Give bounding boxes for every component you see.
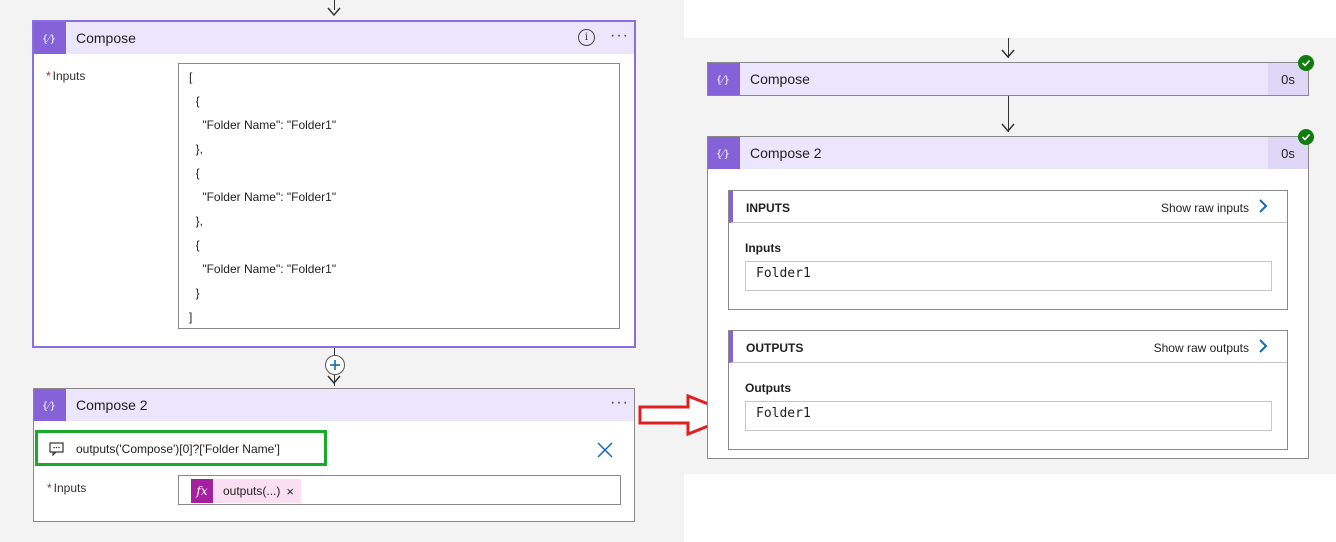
outputs-field-label: Outputs (745, 381, 791, 395)
show-raw-inputs-link[interactable]: Show raw inputs (1161, 201, 1249, 215)
token-remove-button[interactable]: × (286, 484, 294, 499)
json-line: ] (189, 310, 193, 324)
svg-text:{⁄}: {⁄} (42, 34, 56, 45)
show-raw-outputs-link[interactable]: Show raw outputs (1154, 341, 1249, 355)
compose-action-icon: {⁄} (34, 22, 66, 54)
svg-text:{⁄}: {⁄} (42, 401, 56, 412)
chevron-right-icon[interactable] (1255, 338, 1271, 354)
inputs-section-title: INPUTS (746, 201, 791, 215)
required-mark: * (47, 481, 52, 495)
json-line: }, (189, 142, 204, 156)
outputs-value: Folder1 (745, 401, 1272, 431)
json-line: { (189, 166, 200, 180)
function-icon: fx (191, 479, 213, 503)
inputs-value: Folder1 (745, 261, 1272, 291)
inputs-label-text: Inputs (52, 69, 86, 83)
chevron-right-icon[interactable] (1255, 198, 1271, 214)
connector-arrowhead (1001, 49, 1015, 59)
inputs-section-header: INPUTS Show raw inputs (729, 191, 1287, 223)
json-line: { (189, 238, 200, 252)
compose2-run-header[interactable]: {⁄} Compose 2 0s (708, 137, 1308, 169)
inputs-field-label: * Inputs (47, 481, 86, 495)
connector-arrowhead (327, 7, 341, 17)
plus-icon (330, 360, 340, 370)
expression-highlight: outputs('Compose')[0]?['Folder Name'] (35, 430, 327, 466)
outputs-section: OUTPUTS Show raw outputs Outputs Folder1 (728, 330, 1288, 450)
json-line: [ (189, 70, 193, 84)
compose-card-title: Compose (76, 30, 136, 46)
compose-action-icon: {⁄} (708, 63, 740, 95)
json-line: "Folder Name": "Folder1" (189, 190, 337, 204)
inputs-field-label: Inputs (745, 241, 781, 255)
compose-action-card[interactable]: {⁄} Compose i ··· * Inputs [ { "Folder Na… (32, 20, 636, 348)
compose2-action-card[interactable]: {⁄} Compose 2 ··· outputs('Compose')[0]?… (33, 388, 635, 522)
inputs-label-text: Inputs (53, 481, 87, 495)
inputs-section: INPUTS Show raw inputs Inputs Folder1 (728, 190, 1288, 310)
comment-icon (49, 442, 64, 456)
compose-run-card[interactable]: {⁄} Compose 0s (707, 62, 1309, 96)
more-options-button[interactable]: ··· (610, 28, 629, 44)
compose2-inputs-field[interactable]: fx outputs(...) × (178, 475, 621, 505)
outputs-section-header: OUTPUTS Show raw outputs (729, 331, 1287, 363)
json-line: "Folder Name": "Folder1" (189, 118, 337, 132)
compose-run-title: Compose (750, 71, 810, 87)
compose2-run-card[interactable]: {⁄} Compose 2 0s INPUTS Show raw inputs … (707, 136, 1309, 459)
json-line: }, (189, 214, 204, 228)
expression-text: outputs('Compose')[0]?['Folder Name'] (76, 442, 280, 456)
compose-action-icon: {⁄} (34, 389, 66, 421)
inputs-field-label: * Inputs (46, 69, 85, 83)
json-line: "Folder Name": "Folder1" (189, 262, 337, 276)
outputs-section-title: OUTPUTS (746, 341, 804, 355)
compose-action-icon: {⁄} (708, 137, 740, 169)
json-line: { (189, 94, 200, 108)
info-icon[interactable]: i (578, 29, 595, 46)
svg-text:{⁄}: {⁄} (716, 149, 730, 160)
compose2-run-title: Compose 2 (750, 145, 822, 161)
success-check-icon (1298, 55, 1314, 71)
more-options-button[interactable]: ··· (610, 395, 629, 411)
close-icon[interactable] (596, 441, 614, 459)
compose-card-header[interactable]: {⁄} Compose i ··· (34, 22, 634, 54)
token-label: outputs(...) (223, 484, 281, 498)
compose2-card-title: Compose 2 (76, 397, 148, 413)
json-line: } (189, 286, 200, 300)
compose2-card-header[interactable]: {⁄} Compose 2 ··· (34, 389, 634, 421)
connector-arrowhead (327, 375, 341, 385)
compose-run-header[interactable]: {⁄} Compose 0s (708, 63, 1308, 95)
required-mark: * (46, 69, 51, 83)
compose-inputs-editor[interactable]: [ { "Folder Name": "Folder1" }, { "Folde… (178, 63, 620, 329)
connector-arrowhead (1001, 123, 1015, 133)
svg-text:{⁄}: {⁄} (716, 75, 730, 86)
dynamic-content-token[interactable]: fx outputs(...) × (191, 479, 301, 503)
success-check-icon (1298, 129, 1314, 145)
